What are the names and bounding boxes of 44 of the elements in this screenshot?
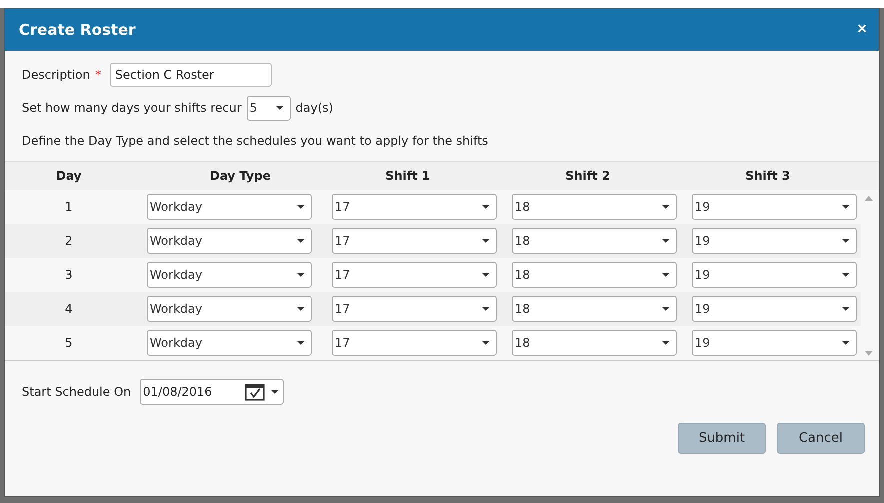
dialog-title: Create Roster bbox=[19, 21, 136, 39]
shift-dropdown[interactable]: 19 bbox=[692, 262, 857, 288]
shift-dropdown[interactable]: 17 bbox=[332, 194, 497, 220]
shift-dropdown[interactable]: 19 bbox=[692, 330, 857, 356]
shift-dropdown[interactable]: 19 bbox=[692, 228, 857, 254]
shift-dropdown[interactable]: 17 bbox=[332, 262, 497, 288]
column-header: Day Type bbox=[208, 169, 272, 183]
shift-dropdown[interactable]: 18 bbox=[512, 262, 677, 288]
column-header: Shift 1 bbox=[384, 169, 432, 183]
date-field[interactable]: 01/08/2016 bbox=[140, 379, 284, 405]
recur-dropdown[interactable]: 5 bbox=[246, 96, 291, 120]
shift-dropdown[interactable]: 17 bbox=[332, 330, 497, 356]
day-type-dropdown[interactable]: Workday bbox=[147, 228, 312, 254]
day-number: 5 bbox=[65, 336, 73, 350]
column-header: Shift 2 bbox=[564, 169, 612, 183]
shift-dropdown[interactable]: 17 bbox=[332, 228, 497, 254]
dialog-button[interactable]: Submit bbox=[678, 423, 766, 454]
column-header: Shift 3 bbox=[744, 169, 792, 183]
shift-dropdown[interactable]: 19 bbox=[692, 296, 857, 322]
day-number: 4 bbox=[65, 302, 73, 316]
shift-dropdown[interactable]: 18 bbox=[512, 330, 677, 356]
dialog-button[interactable]: Cancel bbox=[777, 423, 865, 454]
calendar-icon bbox=[245, 383, 266, 401]
day-type-dropdown[interactable]: Workday bbox=[147, 194, 312, 220]
unit-label: day(s) bbox=[296, 101, 334, 115]
day-number: 1 bbox=[65, 200, 73, 214]
instruction-text: Define the Day Type and select the schedules you want to apply for the shifts bbox=[22, 133, 490, 150]
day-type-dropdown[interactable]: Workday bbox=[147, 296, 312, 322]
shift-dropdown[interactable]: 17 bbox=[332, 296, 497, 322]
day-type-dropdown[interactable]: Workday bbox=[147, 330, 312, 356]
day-number: 2 bbox=[65, 234, 73, 248]
close-button[interactable]: × bbox=[858, 21, 867, 39]
day-type-dropdown[interactable]: Workday bbox=[147, 262, 312, 288]
description-field[interactable]: Section C Roster bbox=[110, 63, 272, 87]
description-label: Description bbox=[22, 68, 90, 82]
shift-dropdown[interactable]: 18 bbox=[512, 194, 677, 220]
shift-dropdown[interactable]: 19 bbox=[692, 194, 857, 220]
shift-dropdown[interactable]: 18 bbox=[512, 296, 677, 322]
column-header: Day bbox=[55, 169, 83, 183]
day-number: 3 bbox=[65, 268, 73, 282]
required-mark: * bbox=[95, 68, 102, 82]
shift-dropdown[interactable]: 18 bbox=[512, 228, 677, 254]
recur-label: Set how many days your shifts recur bbox=[22, 101, 242, 115]
start-label: Start Schedule On bbox=[22, 385, 132, 399]
